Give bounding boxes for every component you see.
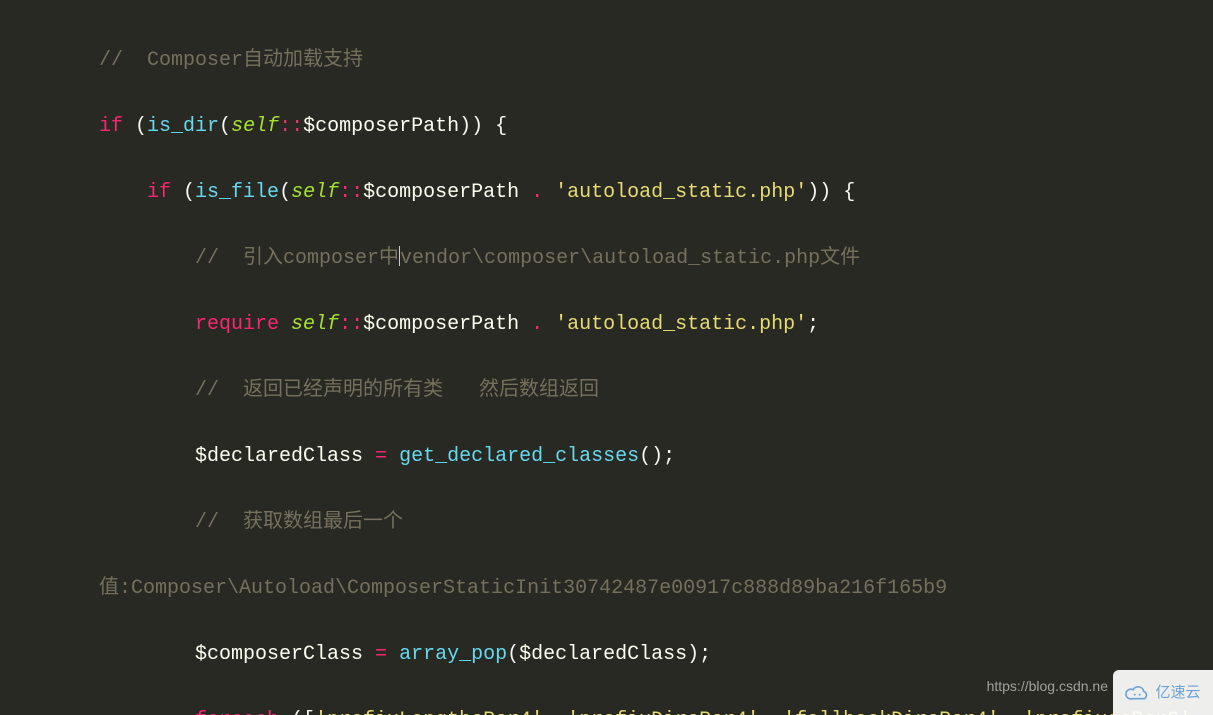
fn-array-pop: array_pop (399, 643, 507, 666)
fn-is-dir: is_dir (147, 115, 219, 138)
kw-self: self (231, 115, 279, 138)
code-line: foreach (['prefixLengthsPsr4', 'prefixDi… (99, 704, 1213, 715)
kw-if: if (147, 181, 171, 204)
kw-require: require (195, 313, 279, 336)
cloud-icon (1125, 683, 1151, 703)
code-editor-block: // Composer自动加载支持 if (is_dir(self::$comp… (0, 0, 1213, 715)
code-line: if (is_file(self::$composerPath . 'autol… (99, 176, 1213, 209)
var-composer-class: $composerClass (195, 643, 363, 666)
code-line: 值:Composer\Autoload\ComposerStaticInit30… (99, 572, 1213, 605)
kw-if: if (99, 115, 123, 138)
comment: // 返回已经声明的所有类 然后数组返回 (195, 379, 599, 402)
comment: // Composer自动加载支持 (99, 49, 363, 72)
watermark-logo: 亿速云 (1113, 670, 1213, 715)
fn-is-file: is_file (195, 181, 279, 204)
string-literal: 'autoload_static.php' (555, 181, 807, 204)
comment: // 获取数组最后一个 (195, 511, 403, 534)
code-line: $composerClass = array_pop($declaredClas… (99, 638, 1213, 671)
var-composer-path: $composerPath (303, 115, 459, 138)
comment: 值:Composer\Autoload\ComposerStaticInit30… (99, 577, 947, 600)
code-line: if (is_dir(self::$composerPath)) { (99, 110, 1213, 143)
code-line: // 引入composer中vendor\composer\autoload_s… (99, 242, 1213, 275)
kw-foreach: foreach (195, 709, 279, 715)
code-line: // 返回已经声明的所有类 然后数组返回 (99, 374, 1213, 407)
code-line: // 获取数组最后一个 (99, 506, 1213, 539)
fn-get-declared-classes: get_declared_classes (399, 445, 639, 468)
code-line: require self::$composerPath . 'autoload_… (99, 308, 1213, 341)
watermark-logo-text: 亿速云 (1155, 676, 1200, 709)
code-line: $declaredClass = get_declared_classes(); (99, 440, 1213, 473)
comment: // 引入composer中vendor\composer\autoload_s… (195, 247, 860, 270)
code-line: // Composer自动加载支持 (99, 44, 1213, 77)
watermark-url: https://blog.csdn.ne (987, 670, 1108, 703)
var-declared-class: $declaredClass (195, 445, 363, 468)
